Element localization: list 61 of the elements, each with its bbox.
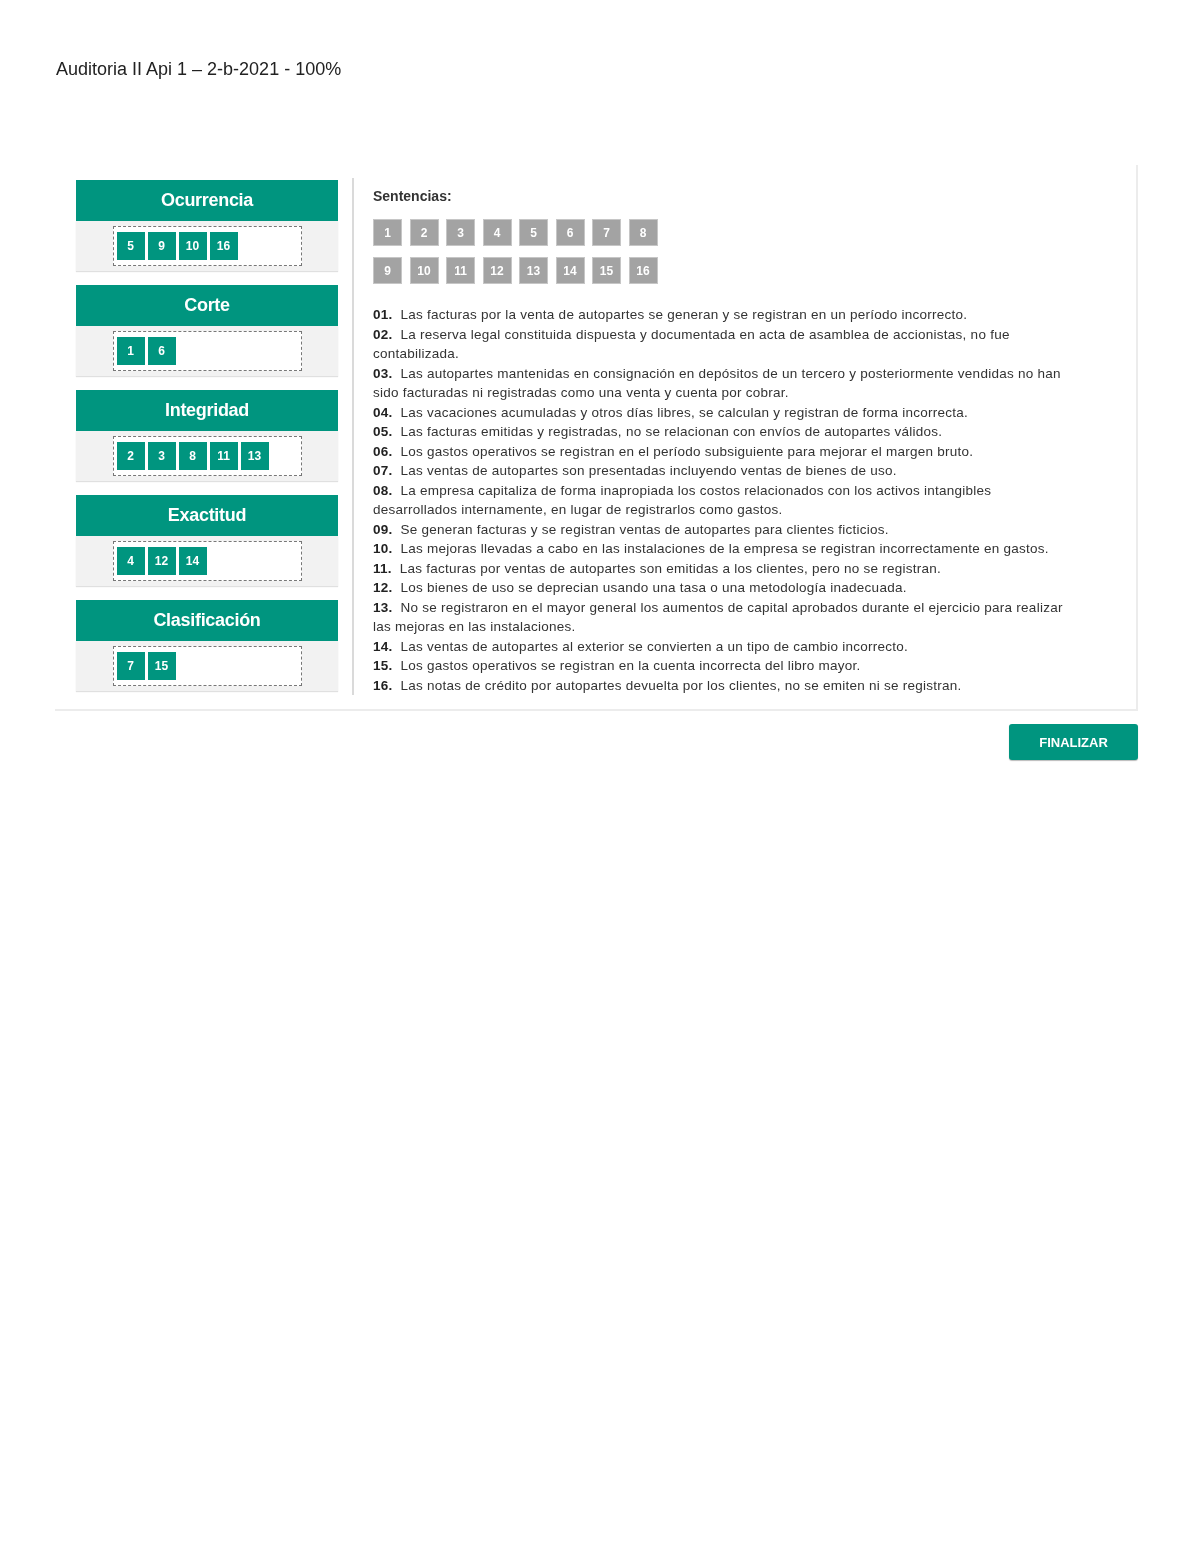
sentence-tile[interactable]: 13 <box>519 257 548 284</box>
answer-chip[interactable]: 8 <box>178 442 207 470</box>
sentence-tile[interactable]: 9 <box>373 257 402 284</box>
sentence-tile[interactable]: 15 <box>592 257 621 284</box>
category-header: Integridad <box>76 390 338 431</box>
answer-chip[interactable]: 5 <box>116 232 145 260</box>
sentence-tile[interactable]: 11 <box>446 257 475 284</box>
answer-chip[interactable]: 9 <box>147 232 176 260</box>
answer-chip[interactable]: 7 <box>116 652 145 680</box>
sentence-text: 13. No se registraron en el mayor general los aumentos de capital aprobados durante el ejercicio para realizar las mejoras en las instalaciones. <box>373 598 1064 636</box>
answer-chip[interactable]: 10 <box>178 232 207 260</box>
sentence-text: 15. Los gastos operativos se registran en la cuenta incorrecta del libro mayor. <box>373 657 862 675</box>
answer-chip[interactable]: 15 <box>147 652 176 680</box>
category-header: Exactitud <box>76 495 338 536</box>
sentence-tile[interactable]: 6 <box>555 219 585 246</box>
drop-zone[interactable]: 7 15 <box>112 646 302 686</box>
sentence-tile[interactable]: 5 <box>519 219 548 246</box>
category-header: Corte <box>76 285 338 326</box>
drop-zone[interactable]: 2 3 8 11 13 <box>112 436 302 476</box>
drop-zone[interactable]: 4 12 14 <box>112 541 302 581</box>
answer-chip[interactable]: 16 <box>209 232 238 260</box>
answer-chip[interactable]: 12 <box>147 547 176 575</box>
sentence-text: 14. Las ventas de autopartes al exterior se convierten a un tipo de cambio incorrecto. <box>373 637 910 656</box>
answer-chip[interactable]: 1 <box>116 337 145 365</box>
sentence-text: 09. Se generan facturas y se registran ventas de autopartes para clientes ficticios. <box>373 520 890 539</box>
drop-zone[interactable]: 1 6 <box>112 331 302 371</box>
answer-chip[interactable]: 3 <box>147 442 176 470</box>
sentence-text: 04. Las vacaciones acumuladas y otros días libres, se calculan y registran de forma incorrecta. <box>373 403 970 422</box>
answer-chip[interactable]: 6 <box>147 337 176 365</box>
answer-chip[interactable]: 11 <box>209 442 238 470</box>
sentence-text: 07. Las ventas de autopartes son presentadas incluyendo ventas de bienes de uso. <box>373 462 898 480</box>
sentence-text: 06. Los gastos operativos se registran en el período subsiguiente para mejorar el margen bruto. <box>373 442 975 461</box>
answer-chip[interactable]: 13 <box>240 442 269 470</box>
drop-zone[interactable]: 5 9 10 16 <box>112 226 302 266</box>
sentence-tile[interactable]: 12 <box>482 257 512 284</box>
sentence-tile[interactable]: 10 <box>409 257 439 284</box>
sentence-tile[interactable]: 7 <box>592 219 621 246</box>
sentence-tile[interactable]: 4 <box>482 219 512 246</box>
sentence-text: 01. Las facturas por la venta de autopartes se generan y se registran en un período incorrecto. <box>373 306 969 324</box>
sentence-tile[interactable]: 14 <box>555 257 585 284</box>
finish-button[interactable]: FINALIZAR <box>1009 724 1138 760</box>
sentence-tile[interactable]: 2 <box>409 219 439 246</box>
sentence-tile[interactable]: 8 <box>628 219 658 246</box>
answer-chip[interactable]: 4 <box>116 547 145 575</box>
sentence-text: 02. La reserva legal constituida dispuesta y documentada en acta de asamblea de accionistas, no fue contabilizada. <box>373 325 1011 363</box>
sentence-tile[interactable]: 16 <box>628 257 658 284</box>
sentence-tile[interactable]: 3 <box>446 219 475 246</box>
sentence-text: 10. Las mejoras llevadas a cabo en las instalaciones de la empresa se registran incorrectamente en gastos. <box>373 540 1050 558</box>
answer-chip[interactable]: 2 <box>116 442 145 470</box>
page-title: Auditoria II Api 1 – 2-b-2021 - 100% <box>56 58 342 80</box>
sentence-text: 03. Las autopartes mantenidas en consignación en depósitos de un tercero y posteriormente vendidas no han sido facturadas ni registradas como una venta y cuenta por cobrar. <box>373 364 1062 402</box>
category-header: Clasificación <box>76 600 338 641</box>
sentence-text: 12. Los bienes de uso se deprecian usando una tasa o una metodología inadecuada. <box>373 579 908 597</box>
sentence-text: 11. Las facturas por ventas de autopartes son emitidas a los clientes, pero no se registran. <box>373 559 943 578</box>
category-header: Ocurrencia <box>76 180 338 221</box>
sentence-text: 16. Las notas de crédito por autopartes devuelta por los clientes, no se emiten ni se registran. <box>373 676 963 695</box>
sentence-text: 08. La empresa capitaliza de forma inapropiada los costos relacionados con los activos intangibles desarrollados internamente, en lugar de registrarlos como gastos. <box>373 481 993 519</box>
answer-chip[interactable]: 14 <box>178 547 207 575</box>
sentences-label: Sentencias: <box>373 188 452 204</box>
sentence-tile[interactable]: 1 <box>373 219 402 246</box>
sentence-text: 05. Las facturas emitidas y registradas, no se relacionan con envíos de autopartes válidos. <box>373 423 944 441</box>
